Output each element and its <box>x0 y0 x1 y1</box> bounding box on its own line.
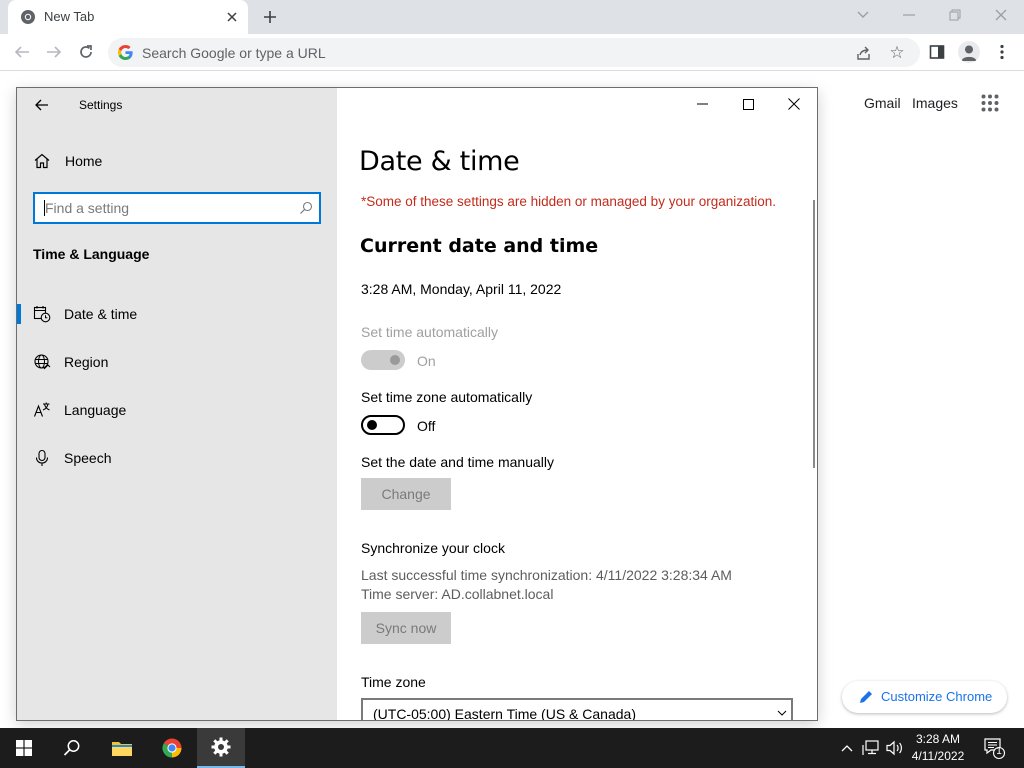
bookmark-star-icon[interactable]: ☆ <box>887 43 907 63</box>
customize-chrome-button[interactable]: Customize Chrome <box>842 681 1007 713</box>
share-icon[interactable] <box>854 43 874 63</box>
browser-toolbar: Search Google or type a URL ☆ <box>0 34 1024 71</box>
nav-label-date-time: Date & time <box>64 306 138 322</box>
chrome-icon <box>162 738 182 758</box>
chrome-favicon-icon <box>21 10 35 24</box>
home-nav-item[interactable]: Home <box>33 150 333 172</box>
nav-item-language[interactable]: Language <box>17 390 337 430</box>
section-title: Time & Language <box>33 246 150 262</box>
back-arrow-icon[interactable] <box>31 94 53 116</box>
google-g-icon <box>118 45 133 60</box>
timezone-dropdown[interactable]: (UTC-05:00) Eastern Time (US & Canada) <box>361 698 793 720</box>
back-icon[interactable] <box>9 40 35 64</box>
settings-search-box[interactable] <box>33 192 321 224</box>
search-icon <box>63 740 80 756</box>
nav-label-speech: Speech <box>64 450 112 466</box>
settings-sidebar: Settings Home Time & Language Date & <box>17 88 337 720</box>
taskbar-search-button[interactable] <box>48 728 96 768</box>
nav-label-region: Region <box>64 354 109 370</box>
customize-chrome-label: Customize Chrome <box>881 689 993 704</box>
search-icon[interactable] <box>299 201 313 215</box>
content-scrollbar[interactable] <box>813 200 815 468</box>
tab-new-tab[interactable]: New Tab <box>8 0 248 34</box>
close-window-icon[interactable] <box>771 88 817 120</box>
notification-count: 1 <box>996 746 1002 757</box>
settings-taskbar-button[interactable] <box>197 728 245 768</box>
current-date-time-heading: Current date and time <box>360 235 599 257</box>
omnibox-placeholder: Search Google or type a URL <box>142 45 326 61</box>
maximize-window-icon[interactable] <box>725 88 771 120</box>
new-tab-button[interactable] <box>258 6 282 28</box>
managed-warning: *Some of these settings are hidden or ma… <box>361 194 777 209</box>
start-button[interactable] <box>0 728 48 768</box>
timezone-value: (UTC-05:00) Eastern Time (US & Canada) <box>373 706 636 720</box>
restore-browser-icon[interactable] <box>941 4 969 26</box>
chrome-menu-icon[interactable] <box>989 40 1015 64</box>
pencil-icon <box>860 691 872 703</box>
change-button[interactable]: Change <box>361 478 451 510</box>
settings-app-title: Settings <box>79 98 123 112</box>
toggle-knob <box>367 420 377 430</box>
network-icon[interactable] <box>861 738 881 758</box>
nav-item-speech[interactable]: Speech <box>17 438 337 478</box>
microphone-icon <box>35 449 49 466</box>
images-link[interactable]: Images <box>912 95 958 111</box>
manual-date-time-label: Set the date and time manually <box>361 454 555 470</box>
volume-icon[interactable] <box>885 738 905 758</box>
nav-item-region[interactable]: Region <box>17 342 337 382</box>
taskbar-clock[interactable]: 3:28 AM 4/11/2022 <box>906 731 970 765</box>
set-timezone-auto-toggle[interactable] <box>361 415 405 435</box>
notification-center-icon[interactable]: 1 <box>982 736 1006 760</box>
sync-now-button[interactable]: Sync now <box>361 612 451 644</box>
chrome-taskbar-button[interactable] <box>148 728 196 768</box>
file-explorer-button[interactable] <box>98 728 146 768</box>
settings-content: Date & time *Some of these settings are … <box>337 88 817 720</box>
omnibox[interactable]: Search Google or type a URL ☆ <box>108 38 920 67</box>
set-time-auto-toggle[interactable] <box>361 350 405 370</box>
timezone-label: Time zone <box>361 674 426 690</box>
language-icon <box>33 402 50 417</box>
set-timezone-auto-label: Set time zone automatically <box>361 389 533 405</box>
globe-icon <box>34 354 51 370</box>
nav-label-language: Language <box>64 402 127 418</box>
settings-window: Settings Home Time & Language Date & <box>16 87 818 721</box>
toggle-knob <box>390 355 400 365</box>
sync-clock-heading: Synchronize your clock <box>361 540 505 556</box>
set-timezone-auto-state: Off <box>417 418 436 434</box>
forward-icon[interactable] <box>41 40 67 64</box>
tab-strip: New Tab <box>0 0 1024 34</box>
close-browser-icon[interactable] <box>987 4 1015 26</box>
clock-time: 3:28 AM <box>915 732 961 746</box>
set-time-auto-label: Set time automatically <box>361 324 498 340</box>
home-label: Home <box>65 153 103 169</box>
side-panel-icon[interactable] <box>924 40 950 64</box>
windows-logo-icon <box>16 740 32 756</box>
tray-chevron-up-icon[interactable] <box>837 738 857 758</box>
nav-item-date-time[interactable]: Date & time <box>17 294 337 334</box>
tab-title: New Tab <box>44 9 95 24</box>
clock-date: 4/11/2022 <box>911 749 965 763</box>
tab-search-chevron-icon[interactable] <box>849 4 877 26</box>
page-title: Date & time <box>359 146 520 177</box>
time-server-text: Time server: AD.collabnet.local <box>361 586 554 602</box>
current-date-time-value: 3:28 AM, Monday, April 11, 2022 <box>361 281 562 297</box>
minimize-window-icon[interactable] <box>679 88 725 120</box>
gear-icon <box>211 737 231 757</box>
profile-avatar[interactable] <box>958 41 980 63</box>
reload-icon[interactable] <box>73 40 99 64</box>
minimize-browser-icon[interactable] <box>895 4 923 26</box>
gmail-link[interactable]: Gmail <box>864 95 901 111</box>
taskbar: 3:28 AM 4/11/2022 1 <box>0 728 1024 768</box>
find-setting-input[interactable] <box>45 199 285 217</box>
folder-icon <box>112 742 132 756</box>
set-time-auto-state: On <box>417 353 436 369</box>
home-icon <box>34 153 50 169</box>
tab-close-icon[interactable] <box>222 7 242 27</box>
calendar-clock-icon <box>33 306 51 323</box>
last-sync-text: Last successful time synchronization: 4/… <box>361 567 732 583</box>
chevron-down-icon <box>777 710 787 716</box>
google-apps-icon[interactable] <box>981 94 999 112</box>
